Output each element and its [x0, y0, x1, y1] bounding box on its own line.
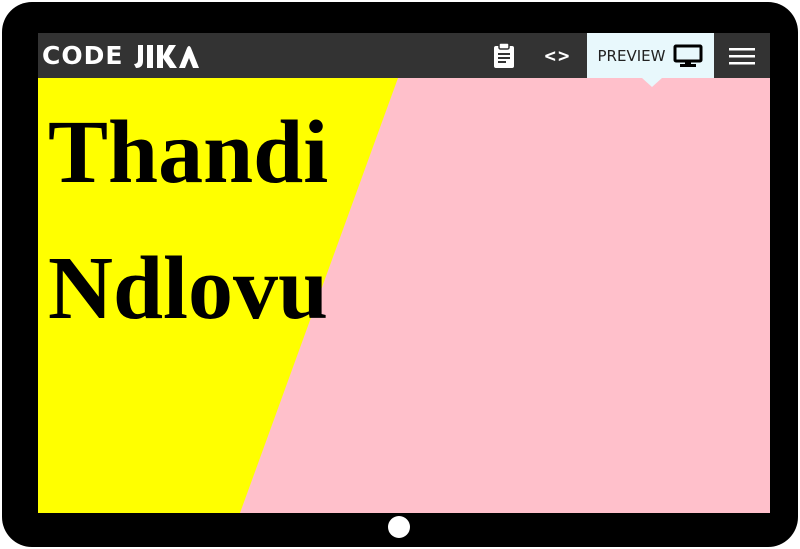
editor-toolbar: CODE <> PREVIEW: [38, 33, 770, 78]
brand-logo: CODE: [42, 33, 200, 78]
first-name-heading: Thandi: [48, 103, 329, 202]
last-name-heading: Ndlovu: [48, 239, 329, 338]
tablet-frame: CODE <> PREVIEW Thandi Ndlovu: [2, 2, 798, 547]
menu-button[interactable]: [724, 33, 760, 78]
monitor-icon: [673, 44, 703, 67]
code-view-button[interactable]: <>: [540, 33, 576, 78]
preview-content: Thandi Ndlovu: [38, 78, 770, 513]
preview-button[interactable]: PREVIEW: [587, 33, 714, 78]
tablet-home-button[interactable]: [388, 516, 410, 538]
tablet-screen: CODE <> PREVIEW Thandi Ndlovu: [38, 33, 770, 513]
brand-code-text: CODE: [42, 41, 124, 70]
preview-tab-pointer: [642, 78, 662, 87]
clipboard-icon: [494, 42, 514, 68]
code-icon: <>: [544, 44, 572, 67]
preview-label: PREVIEW: [597, 46, 666, 65]
jika-logo-icon: [134, 44, 200, 68]
clipboard-button[interactable]: [487, 33, 521, 78]
menu-icon: [729, 47, 755, 64]
